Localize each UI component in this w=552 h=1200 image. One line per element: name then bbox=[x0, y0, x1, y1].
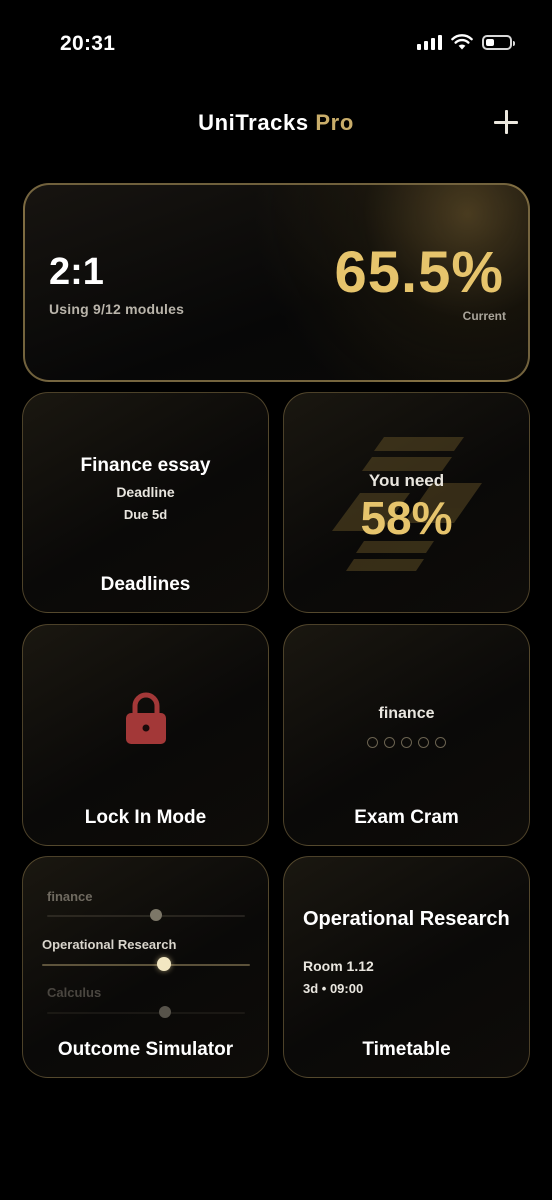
simulator-slider-handle[interactable] bbox=[159, 1006, 171, 1018]
timetable-card[interactable]: Operational Research Room 1.12 3d • 09:0… bbox=[283, 856, 530, 1078]
current-average: 65.5% bbox=[334, 240, 504, 305]
lock-in-card[interactable]: Lock In Mode bbox=[22, 624, 269, 846]
pro-label: Pro bbox=[315, 110, 354, 135]
lock-icon bbox=[126, 692, 166, 744]
app-name: UniTracks bbox=[198, 110, 309, 135]
exam-cram-card[interactable]: finance Exam Cram bbox=[283, 624, 530, 846]
deadline-title: Finance essay bbox=[80, 455, 211, 476]
home-screen: 20:31 UniTracks Pro 2:1 Using 9/12 modul… bbox=[0, 0, 552, 1200]
exam-subject: finance bbox=[378, 705, 435, 722]
simulator-slider-track bbox=[47, 915, 245, 917]
timetable-card-title: Timetable bbox=[362, 1039, 451, 1060]
battery-icon bbox=[482, 34, 515, 50]
progress-dots bbox=[284, 737, 529, 748]
progress-dot bbox=[418, 737, 429, 748]
current-label: Current bbox=[462, 309, 506, 323]
simulator-module-label: Operational Research bbox=[42, 937, 177, 952]
simulator-slider-track bbox=[47, 1012, 245, 1014]
deadlines-card-title: Deadlines bbox=[100, 574, 191, 595]
deadline-type: Deadline bbox=[116, 484, 175, 500]
timetable-room: Room 1.12 bbox=[303, 958, 374, 974]
target-grade-card[interactable]: You need 58% bbox=[283, 392, 530, 613]
timetable-time: 3d • 09:00 bbox=[303, 981, 364, 996]
progress-dot bbox=[384, 737, 395, 748]
add-button[interactable] bbox=[492, 108, 520, 136]
progress-dot bbox=[401, 737, 412, 748]
outcome-simulator-card[interactable]: finance Operational Research Calculus Ou… bbox=[22, 856, 269, 1078]
classification-value: 2:1 bbox=[49, 251, 104, 293]
deadline-due: Due 5d bbox=[123, 507, 168, 522]
app-title: UniTracks Pro bbox=[0, 110, 552, 136]
deadlines-card[interactable]: Finance essay Deadline Due 5d Deadlines bbox=[22, 392, 269, 613]
exam-cram-card-title: Exam Cram bbox=[354, 807, 459, 828]
status-icons bbox=[417, 34, 515, 50]
status-time: 20:31 bbox=[60, 32, 116, 55]
progress-dot bbox=[367, 737, 378, 748]
grade-summary-card[interactable]: 2:1 Using 9/12 modules 65.5% Current bbox=[23, 183, 530, 382]
simulator-slider-handle[interactable] bbox=[150, 909, 162, 921]
needed-percentage: 58% bbox=[360, 492, 453, 544]
outcome-simulator-card-title: Outcome Simulator bbox=[57, 1039, 234, 1060]
simulator-slider-track bbox=[42, 964, 250, 966]
simulator-slider-handle[interactable] bbox=[157, 957, 171, 971]
cellular-signal-icon bbox=[417, 34, 442, 50]
simulator-module-label: finance bbox=[47, 889, 93, 904]
progress-dot bbox=[435, 737, 446, 748]
lock-in-card-title: Lock In Mode bbox=[84, 807, 207, 828]
wifi-icon bbox=[451, 34, 473, 50]
modules-count-text: Using 9/12 modules bbox=[49, 301, 185, 317]
you-need-label: You need bbox=[368, 471, 445, 490]
timetable-module: Operational Research bbox=[303, 908, 510, 930]
simulator-module-label: Calculus bbox=[47, 985, 102, 1000]
